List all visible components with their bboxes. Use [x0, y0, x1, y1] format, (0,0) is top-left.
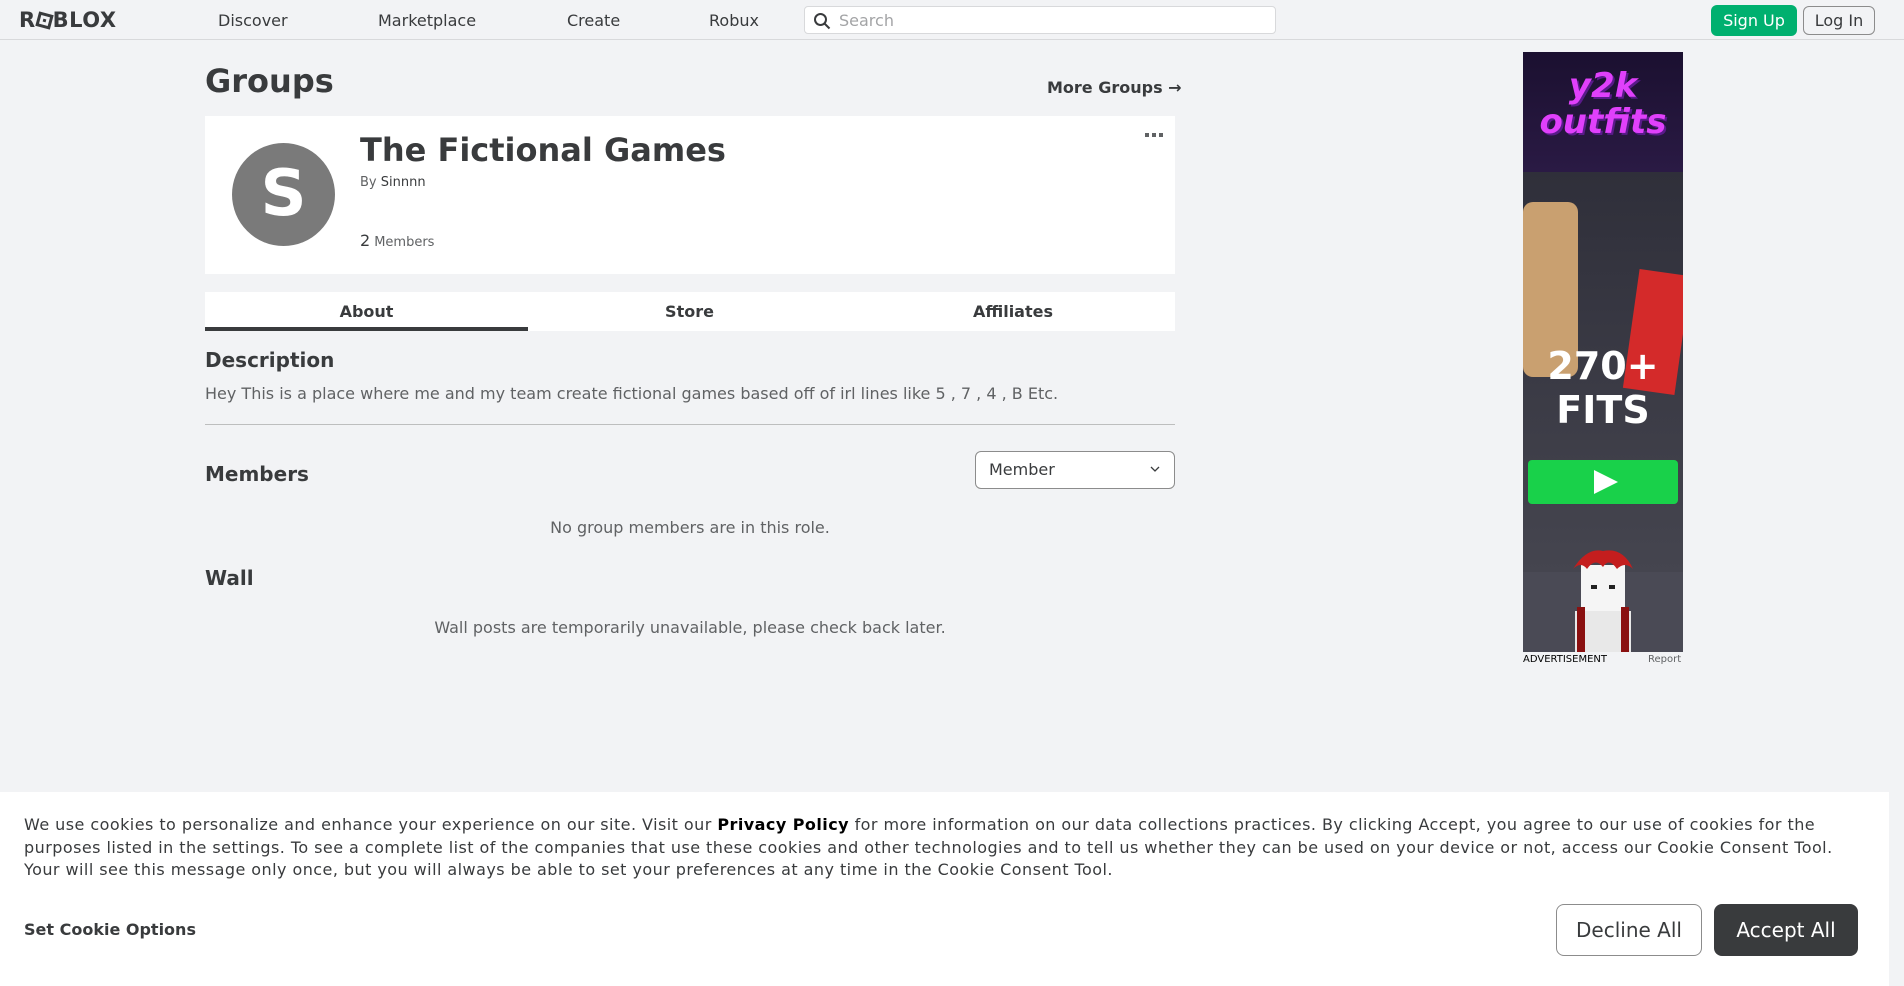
search-icon[interactable] — [813, 12, 831, 30]
advertisement-banner[interactable]: y2k outfits 270+ FITS — [1523, 52, 1683, 652]
search-input[interactable] — [839, 10, 1259, 30]
sign-up-button[interactable]: Sign Up — [1711, 5, 1797, 36]
tab-about[interactable]: About — [205, 292, 528, 331]
tab-store[interactable]: Store — [528, 292, 851, 331]
group-header-card: S The Fictional Games By Sinnnn 2 Members — [205, 116, 1175, 274]
cookie-message: We use cookies to personalize and enhanc… — [24, 814, 1864, 882]
tab-affiliates[interactable]: Affiliates — [851, 292, 1175, 331]
chevron-down-icon — [1150, 466, 1160, 472]
top-navigation: R BLOX Discover Marketplace Create Robux … — [0, 0, 1904, 40]
more-options-icon[interactable] — [1145, 132, 1163, 138]
member-count-label: Members — [374, 235, 435, 250]
nav-marketplace[interactable]: Marketplace — [378, 11, 476, 30]
roblox-logo[interactable]: R BLOX — [19, 8, 117, 32]
search-box — [804, 6, 1276, 34]
wall-heading: Wall — [205, 566, 254, 590]
privacy-policy-link[interactable]: Privacy Policy — [717, 815, 849, 834]
section-divider — [205, 424, 1175, 425]
ad-headline: 270+ FITS — [1547, 344, 1659, 432]
cookie-text: . — [1107, 860, 1113, 879]
accept-all-button[interactable]: Accept All — [1714, 904, 1858, 956]
play-icon[interactable] — [1528, 460, 1678, 504]
nav-robux[interactable]: Robux — [709, 11, 759, 30]
members-heading: Members — [205, 462, 309, 486]
nav-discover[interactable]: Discover — [218, 11, 288, 30]
group-tabs: About Store Affiliates — [205, 292, 1175, 331]
more-groups-link[interactable]: More Groups → — [1047, 78, 1182, 97]
cookie-consent-tool-link[interactable]: Cookie Consent Tool — [938, 860, 1108, 879]
group-name: The Fictional Games — [360, 131, 726, 169]
report-ad-link[interactable]: Report — [1648, 654, 1681, 665]
ad-logo-text: y2k outfits — [1539, 66, 1667, 142]
page-title: Groups — [205, 62, 334, 100]
group-description: Hey This is a place where me and my team… — [205, 384, 1059, 403]
group-owner-line: By Sinnnn — [360, 175, 426, 190]
set-cookie-options-link[interactable]: Set Cookie Options — [24, 920, 196, 939]
by-prefix: By — [360, 175, 377, 190]
nav-create[interactable]: Create — [567, 11, 620, 30]
group-owner-link[interactable]: Sinnnn — [381, 175, 426, 190]
role-dropdown-value: Member — [989, 460, 1055, 479]
cookie-text: We use cookies to personalize and enhanc… — [24, 815, 718, 834]
role-dropdown[interactable]: Member — [975, 451, 1175, 489]
group-avatar: S — [232, 143, 335, 246]
member-count: 2 Members — [360, 231, 434, 250]
description-heading: Description — [205, 348, 335, 372]
scrollbar[interactable] — [1889, 40, 1904, 986]
member-count-number: 2 — [360, 231, 371, 250]
log-in-button[interactable]: Log In — [1803, 6, 1875, 35]
decline-all-button[interactable]: Decline All — [1556, 904, 1702, 956]
members-empty-message: No group members are in this role. — [550, 518, 830, 537]
advertisement-label: ADVERTISEMENT — [1523, 654, 1608, 665]
cookie-banner: We use cookies to personalize and enhanc… — [0, 792, 1889, 986]
ad-avatar-image — [1573, 550, 1633, 652]
cookie-consent-tool-link[interactable]: Cookie Consent Tool — [1657, 838, 1827, 857]
wall-empty-message: Wall posts are temporarily unavailable, … — [434, 618, 946, 637]
